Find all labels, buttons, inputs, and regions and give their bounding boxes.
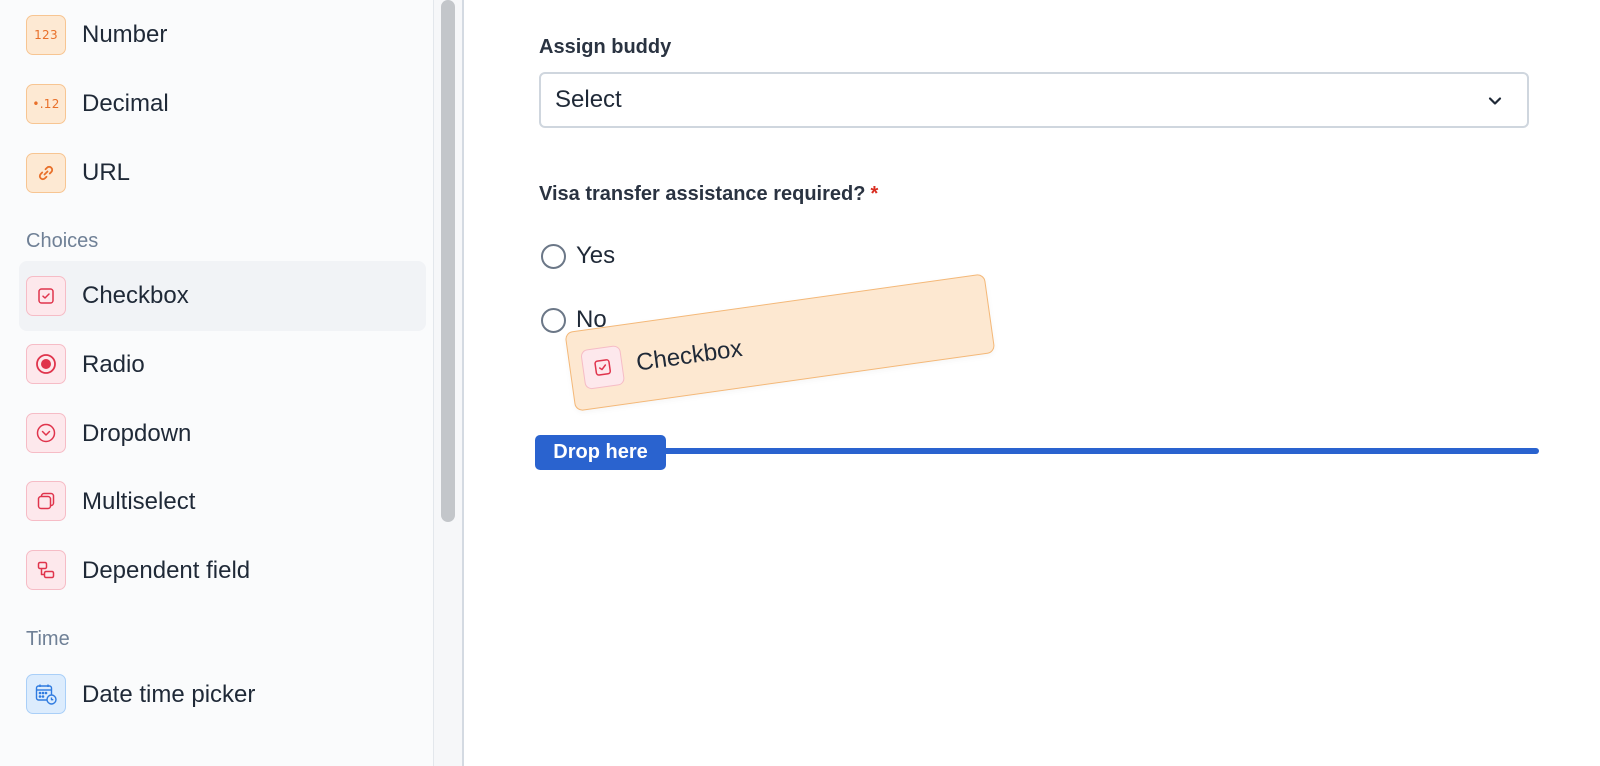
palette-item-radio[interactable]: Radio [19, 330, 426, 400]
chevron-down-icon [1488, 97, 1502, 105]
visa-question-text: Visa transfer assistance required? [539, 183, 866, 205]
section-title-time: Time [26, 628, 70, 650]
visa-question-label: Visa transfer assistance required? * [539, 183, 878, 206]
drop-here-badge: Drop here [535, 435, 666, 470]
palette-item-label: Multiselect [82, 488, 196, 515]
sidebar-scrollbar-thumb[interactable] [441, 0, 455, 522]
palette-item-decimal[interactable]: •.12 Decimal [19, 69, 426, 139]
link-icon [26, 153, 66, 193]
decimal-icon: •.12 [26, 84, 66, 124]
number-icon: 123 [26, 15, 66, 55]
palette-item-label: Decimal [82, 90, 169, 117]
radio-option-yes[interactable]: Yes [541, 242, 615, 270]
calendar-clock-icon [26, 674, 66, 714]
form-builder: 123 Number •.12 Decimal URL Choices Chec… [0, 0, 1600, 766]
palette-item-label: Number [82, 21, 168, 48]
palette-item-dependent-field[interactable]: Dependent field [19, 536, 426, 606]
dragged-item-label: Checkbox [634, 334, 744, 377]
radio-button[interactable] [541, 243, 566, 269]
palette-item-checkbox[interactable]: Checkbox [19, 261, 426, 331]
palette-item-url[interactable]: URL [19, 138, 426, 208]
palette-item-number[interactable]: 123 Number [19, 0, 426, 70]
assign-buddy-select-value: Select [555, 86, 622, 113]
drop-indicator-line [539, 448, 1539, 454]
palette-item-label: Dependent field [82, 557, 251, 584]
form-canvas: Assign buddy Select Visa transfer assist… [466, 0, 1600, 766]
palette-item-label: URL [82, 159, 131, 186]
assign-buddy-label: Assign buddy [539, 36, 672, 58]
checkbox-icon [26, 276, 66, 316]
palette-item-multiselect[interactable]: Multiselect [19, 467, 426, 537]
palette-item-label: Date time picker [82, 681, 256, 708]
required-asterisk: * [870, 183, 879, 205]
dropdown-icon [26, 413, 66, 453]
radio-icon [26, 344, 66, 384]
palette-item-date-time-picker[interactable]: Date time picker [19, 660, 426, 730]
multiselect-icon [26, 481, 66, 521]
dragged-checkbox-ghost[interactable]: Checkbox [564, 273, 996, 412]
checkbox-icon [580, 344, 626, 390]
radio-label: Yes [576, 242, 616, 269]
assign-buddy-select[interactable]: Select [539, 72, 1529, 128]
palette-item-label: Radio [82, 351, 145, 378]
sidebar-scrollbar[interactable] [434, 0, 464, 766]
section-title-choices: Choices [26, 230, 99, 252]
palette-item-label: Checkbox [82, 282, 189, 309]
radio-button[interactable] [541, 307, 566, 333]
palette-item-label: Dropdown [82, 420, 192, 447]
palette-item-dropdown[interactable]: Dropdown [19, 399, 426, 469]
field-palette-sidebar: 123 Number •.12 Decimal URL Choices Chec… [0, 0, 434, 766]
dependent-field-icon [26, 550, 66, 590]
